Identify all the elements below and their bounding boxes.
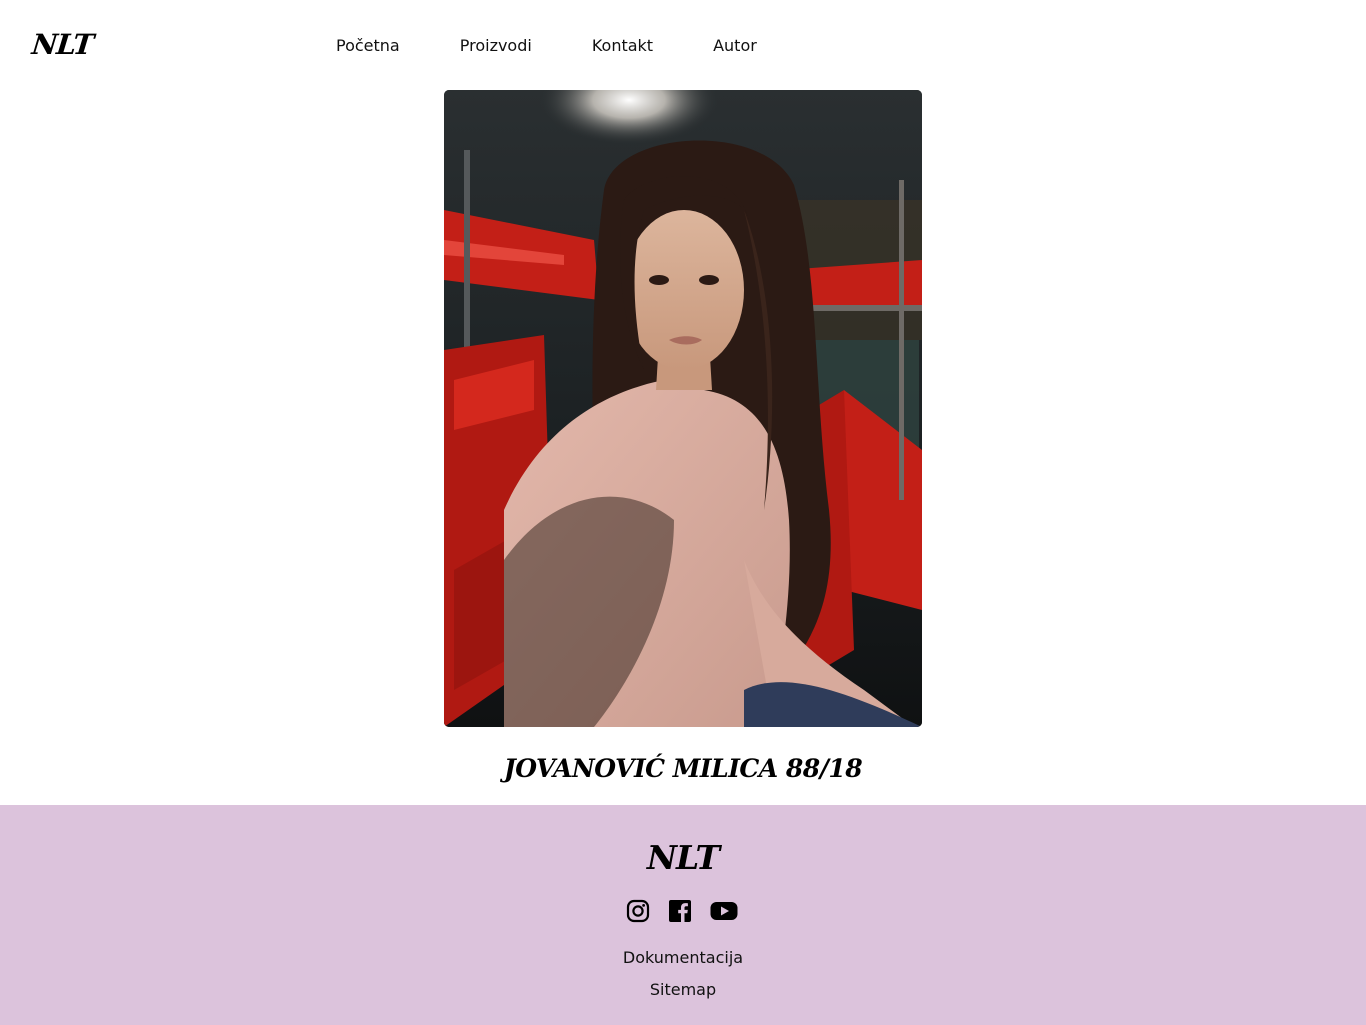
nav-item-autor[interactable]: Autor <box>713 36 757 56</box>
site-logo[interactable]: NLT <box>30 28 94 61</box>
site-header: NLT Početna Proizvodi Kontakt Autor <box>0 0 1366 90</box>
main-nav: Početna Proizvodi Kontakt Autor <box>336 36 757 56</box>
facebook-icon[interactable] <box>668 899 692 923</box>
footer-link-sitemap[interactable]: Sitemap <box>0 980 1366 1000</box>
author-photo <box>444 90 922 727</box>
social-links <box>626 899 738 923</box>
author-photo-illustration <box>444 90 922 727</box>
footer-link-dokumentacija[interactable]: Dokumentacija <box>0 948 1366 968</box>
author-name: JOVANOVIĆ MILICA 88/18 <box>503 754 863 783</box>
instagram-icon[interactable] <box>626 899 650 923</box>
nav-item-kontakt[interactable]: Kontakt <box>592 36 653 56</box>
site-footer: NLT Dokumentacija Sitemap <box>0 805 1366 1025</box>
nav-item-pocetna[interactable]: Početna <box>336 36 400 56</box>
nav-item-proizvodi[interactable]: Proizvodi <box>460 36 532 56</box>
youtube-icon[interactable] <box>710 899 738 923</box>
footer-logo: NLT <box>646 838 720 877</box>
page: NLT Početna Proizvodi Kontakt Autor JOVA… <box>0 0 1366 1025</box>
